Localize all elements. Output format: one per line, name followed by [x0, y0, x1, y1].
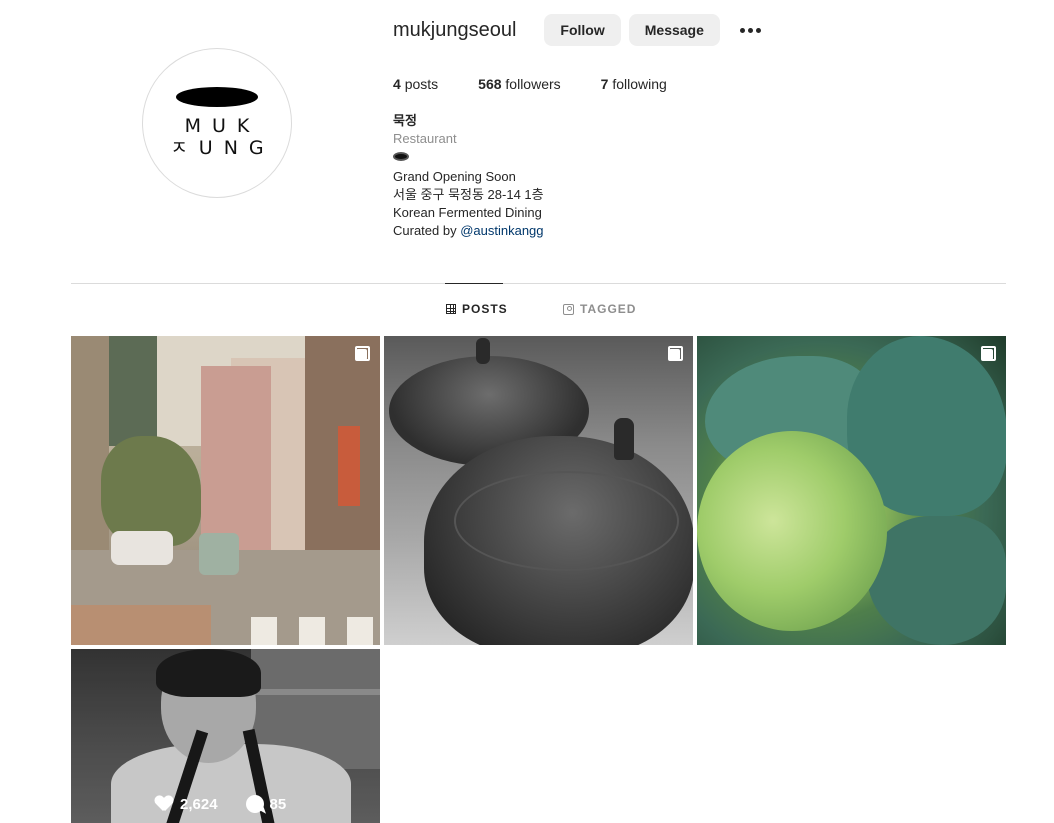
tabs-divider — [71, 283, 1006, 284]
more-options-icon[interactable] — [734, 14, 767, 46]
post-hover-stats: 2,624 85 — [155, 795, 314, 813]
carousel-icon — [668, 346, 683, 361]
tagged-icon — [563, 303, 574, 315]
comment-icon — [245, 795, 264, 813]
likes-stat: 2,624 — [155, 796, 218, 813]
profile-page: MUK ㅈUNG mukjungseoul Follow Message 4 p… — [0, 0, 1054, 823]
message-button[interactable]: Message — [628, 14, 720, 46]
comments-stat: 85 — [245, 795, 287, 813]
followers-stat[interactable]: 568 followers — [478, 76, 561, 92]
profile-display-name: 묵정 — [393, 113, 417, 128]
profile-stats: 4 posts 568 followers 7 following — [393, 76, 1033, 92]
bio-line: Korean Fermented Dining — [393, 205, 542, 220]
likes-count: 2,624 — [180, 795, 218, 813]
following-count: 7 — [600, 76, 609, 92]
post-cabbage[interactable] — [697, 336, 1006, 645]
tab-posts-label: POSTS — [462, 302, 508, 316]
username: mukjungseoul — [393, 18, 517, 41]
logo-bowl-mark — [176, 87, 258, 107]
bio-line: Grand Opening Soon — [393, 169, 516, 184]
post-chef[interactable]: 2,624 85 — [71, 649, 380, 823]
logo-text-line1: MUK — [184, 115, 261, 137]
curated-prefix: Curated by — [393, 223, 461, 238]
profile-category: Restaurant — [393, 131, 457, 146]
following-stat[interactable]: 7 following — [601, 76, 667, 92]
tab-tagged[interactable]: TAGGED — [563, 302, 636, 316]
profile-header-row: mukjungseoul Follow Message — [393, 14, 1033, 46]
logo-text-line2: ㅈUNG — [170, 137, 275, 159]
profile-avatar[interactable]: MUK ㅈUNG — [142, 48, 292, 198]
grid-icon — [446, 304, 456, 314]
heart-icon — [155, 796, 173, 812]
posts-stat: 4 posts — [393, 76, 438, 92]
post-earthen-pots[interactable] — [384, 336, 693, 645]
posts-count: 4 — [393, 76, 401, 92]
carousel-icon — [355, 346, 370, 361]
followers-label: followers — [505, 76, 561, 92]
follow-button[interactable]: Follow — [544, 14, 621, 46]
bio-address: 서울 중구 묵정동 28-14 1층 — [393, 187, 544, 202]
posts-label: posts — [404, 76, 439, 92]
active-tab-indicator — [445, 283, 503, 284]
comments-count: 85 — [269, 795, 287, 813]
profile-tabs: POSTS TAGGED — [0, 302, 1054, 320]
post-street-scene[interactable] — [71, 336, 380, 645]
tab-posts[interactable]: POSTS — [446, 302, 508, 316]
carousel-icon — [981, 346, 996, 361]
following-label: following — [612, 76, 667, 92]
bio-curated-line: Curated by @austinkangg — [393, 222, 1033, 240]
bowl-emoji-icon — [393, 152, 409, 161]
curator-link[interactable]: @austinkangg — [460, 223, 543, 238]
profile-bio: 묵정 Restaurant Grand Opening Soon 서울 중구 묵… — [393, 112, 1033, 240]
followers-count: 568 — [478, 76, 502, 92]
tab-tagged-label: TAGGED — [580, 302, 637, 316]
profile-info: mukjungseoul Follow Message 4 posts 568 … — [393, 14, 1033, 240]
